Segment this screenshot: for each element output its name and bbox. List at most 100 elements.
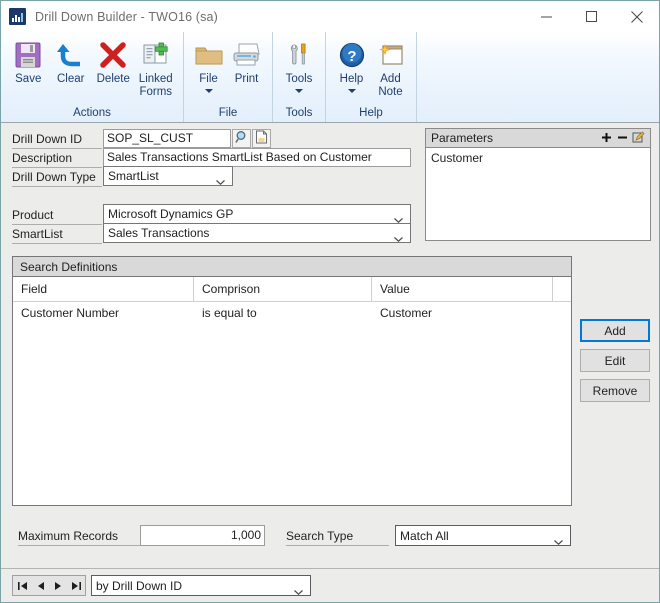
search-definitions-column-headers: Field Comprison Value — [13, 277, 571, 302]
maximize-icon[interactable] — [569, 1, 614, 32]
bar-chart-icon — [9, 8, 26, 25]
pencil-edit-icon[interactable] — [630, 130, 646, 146]
drill-down-id-lookup-button[interactable] — [232, 129, 251, 148]
save-label: Save — [15, 73, 42, 85]
print-label: Print — [234, 73, 259, 85]
save-floppy-icon — [13, 38, 43, 72]
ribbon-group-file: File Print File — [183, 32, 272, 122]
help-menu-button[interactable]: ? Help — [332, 36, 371, 93]
svg-text:?: ? — [347, 48, 356, 65]
chevron-down-icon — [347, 88, 356, 93]
previous-record-icon[interactable] — [31, 576, 49, 595]
add-note-button[interactable]: Add Note — [371, 36, 410, 98]
delete-button[interactable]: Delete — [92, 36, 135, 86]
help-label: Help — [339, 73, 364, 85]
record-nav-buttons — [12, 575, 86, 596]
ribbon-group-label-help: Help — [359, 107, 383, 119]
add-note-label-line1: Add — [380, 73, 401, 85]
column-header-value[interactable]: Value — [372, 277, 553, 301]
cell-comparison: is equal to — [202, 306, 257, 320]
ribbon-toolbar: Save Clear Delete Linked Forms Actions F… — [1, 32, 659, 123]
note-page-icon — [255, 130, 268, 147]
magnifier-lookup-icon — [234, 130, 249, 147]
parameters-panel: Parameters Customer — [425, 128, 651, 241]
column-header-field[interactable]: Field — [13, 277, 194, 301]
smartlist-value: Sales Transactions — [108, 226, 210, 240]
smartlist-label: SmartList — [12, 226, 102, 244]
tools-menu-button[interactable]: Tools — [279, 36, 319, 93]
chevron-down-icon — [554, 534, 563, 545]
folder-icon — [194, 38, 224, 72]
ribbon-group-label-file: File — [218, 107, 238, 119]
cell-value: Customer — [380, 306, 433, 320]
description-input[interactable]: Sales Transactions SmartList Based on Cu… — [103, 148, 411, 167]
caption-buttons — [524, 1, 659, 32]
ribbon-group-label-actions: Actions — [73, 107, 111, 119]
ribbon-group-tools: Tools Tools — [272, 32, 325, 122]
chevron-down-icon — [216, 174, 225, 186]
list-item[interactable]: Customer — [431, 151, 645, 165]
product-value: Microsoft Dynamics GP — [108, 207, 234, 221]
red-x-icon — [98, 38, 128, 72]
window-title: Drill Down Builder - TWO16 (sa) — [35, 9, 218, 24]
printer-icon — [231, 38, 263, 72]
edit-button[interactable]: Edit — [580, 349, 650, 372]
chevron-down-icon — [295, 88, 303, 93]
remove-button[interactable]: Remove — [580, 379, 650, 402]
minus-icon[interactable] — [614, 131, 630, 145]
smartlist-select[interactable]: Sales Transactions — [103, 223, 411, 243]
column-header-extra[interactable] — [553, 277, 571, 301]
print-button[interactable]: Print — [227, 36, 266, 86]
parameters-list[interactable]: Customer — [426, 148, 650, 168]
search-type-label: Search Type — [286, 528, 389, 546]
search-definitions-title: Search Definitions — [20, 259, 118, 274]
sort-by-select[interactable]: by Drill Down ID — [91, 575, 311, 596]
search-definitions-group: Search Definitions Field Comprison Value… — [12, 256, 572, 506]
linked-forms-button[interactable]: Linked Forms — [135, 36, 178, 98]
search-type-value: Match All — [400, 528, 449, 543]
chevron-down-icon — [394, 212, 403, 224]
plus-icon[interactable] — [598, 131, 614, 145]
drill-down-builder-window: Drill Down Builder - TWO16 (sa) Save Cle… — [0, 0, 660, 603]
drill-down-type-label: Drill Down Type — [12, 169, 102, 187]
title-bar: Drill Down Builder - TWO16 (sa) — [1, 1, 659, 32]
search-type-select[interactable]: Match All — [395, 525, 571, 546]
add-note-icon — [377, 38, 405, 72]
close-icon[interactable] — [614, 1, 659, 32]
minimize-icon[interactable] — [524, 1, 569, 32]
drill-down-type-select[interactable]: SmartList — [103, 166, 233, 186]
cell-field: Customer Number — [21, 306, 120, 320]
linked-forms-icon — [141, 38, 171, 72]
linked-forms-label-line1: Linked — [138, 73, 173, 85]
drill-down-id-label: Drill Down ID — [12, 131, 102, 149]
linked-forms-label-line2: Forms — [139, 85, 173, 98]
wrench-screwdriver-icon — [285, 38, 313, 72]
clear-label: Clear — [57, 73, 85, 85]
maximum-records-input[interactable]: 1,000 — [140, 525, 265, 546]
form-body: Drill Down ID SOP_SL_CUST Description Sa… — [1, 123, 659, 602]
maximum-records-label: Maximum Records — [18, 528, 140, 546]
save-button[interactable]: Save — [7, 36, 50, 86]
drill-down-id-note-button[interactable] — [252, 129, 271, 148]
product-select[interactable]: Microsoft Dynamics GP — [103, 204, 411, 224]
parameters-header: Parameters — [426, 129, 650, 148]
column-header-comparison[interactable]: Comprison — [194, 277, 372, 301]
ribbon-group-help: ? Help Add Note Help — [325, 32, 416, 122]
table-row[interactable]: Customer Number is equal to Customer — [13, 302, 571, 324]
last-record-icon[interactable] — [67, 576, 85, 595]
chevron-down-icon — [204, 88, 213, 93]
tools-label: Tools — [285, 73, 313, 85]
search-definitions-header: Search Definitions — [13, 257, 571, 277]
add-button[interactable]: Add — [580, 319, 650, 342]
drill-down-id-input[interactable]: SOP_SL_CUST — [103, 129, 231, 148]
ribbon-group-label-tools: Tools — [285, 107, 313, 119]
help-question-icon: ? — [338, 38, 366, 72]
first-record-icon[interactable] — [13, 576, 31, 595]
chevron-down-icon — [394, 231, 403, 243]
delete-label: Delete — [96, 73, 130, 85]
record-navigation-bar: by Drill Down ID — [1, 568, 659, 602]
drill-down-type-value: SmartList — [108, 169, 159, 183]
clear-button[interactable]: Clear — [50, 36, 93, 86]
file-menu-button[interactable]: File — [190, 36, 227, 93]
next-record-icon[interactable] — [49, 576, 67, 595]
